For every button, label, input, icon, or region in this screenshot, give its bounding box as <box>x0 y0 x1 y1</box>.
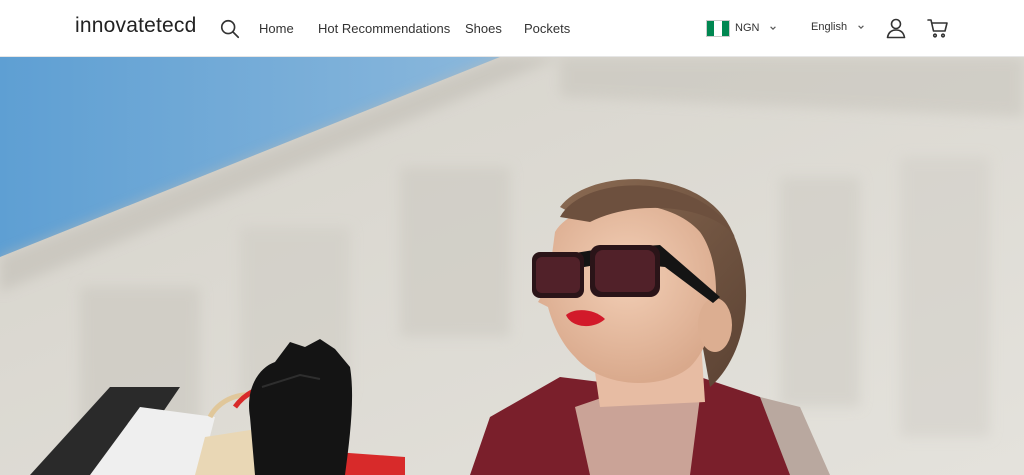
site-logo[interactable]: innovatetecd <box>75 14 197 38</box>
user-icon[interactable] <box>884 16 908 40</box>
search-icon[interactable] <box>219 18 241 40</box>
cart-icon[interactable] <box>926 16 950 40</box>
chevron-down-icon <box>770 26 777 30</box>
nigeria-flag-icon <box>706 19 730 37</box>
nav-hot-recommendations[interactable]: Hot Recommendations <box>318 21 450 36</box>
language-label: English <box>811 21 848 33</box>
hero-banner[interactable] <box>0 57 1024 475</box>
nav-home[interactable]: Home <box>259 21 294 36</box>
site-header: innovatetecd Home Hot Recommendations Sh… <box>0 0 1024 57</box>
language-selector[interactable]: English <box>811 21 865 33</box>
hero-photo <box>0 57 1024 475</box>
nav-shoes[interactable]: Shoes <box>465 21 502 36</box>
currency-selector[interactable]: NGN <box>706 18 777 38</box>
currency-label: NGN <box>735 22 760 34</box>
chevron-down-icon <box>858 25 864 29</box>
nav-pockets[interactable]: Pockets <box>524 21 570 36</box>
